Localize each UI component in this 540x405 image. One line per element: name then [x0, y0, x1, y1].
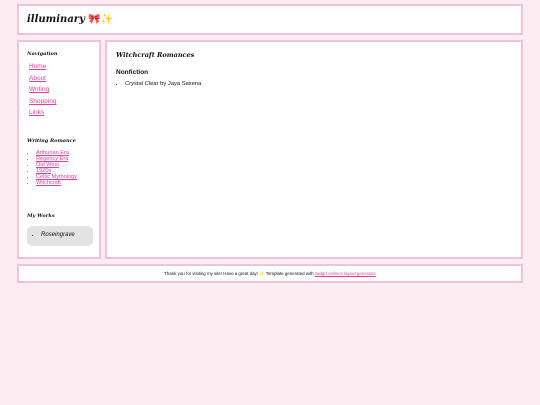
footer-message: Thank you for visiting my site! Have a g… [164, 271, 315, 276]
section-heading: Nonfiction [116, 69, 149, 76]
list-item: Crystal Clear by Jaya Saxena [125, 81, 201, 87]
bow-sparkles-icon: 🎀✨ [88, 14, 114, 25]
works-box: Roseingrave [27, 226, 93, 246]
site-header: illuminary 🎀✨ [17, 4, 523, 35]
nav-link-about[interactable]: About [29, 75, 46, 82]
romance-list: Arthurian Era Regency Era Old West 1920s… [27, 150, 77, 186]
nav-link-links[interactable]: Links [29, 109, 44, 116]
page-title: Witchcraft Romances [116, 51, 195, 59]
site-title-text: illuminary [27, 14, 85, 25]
list-item: Roseingrave [41, 232, 75, 238]
nav-heading: Navigation [27, 51, 58, 57]
book-list: Crystal Clear by Jaya Saxena [116, 81, 201, 87]
works-list: Roseingrave [31, 232, 75, 238]
nav-link-writing[interactable]: Writing [29, 86, 49, 93]
main-content: Witchcraft Romances Nonfiction Crystal C… [105, 40, 523, 259]
works-heading: My Works [27, 213, 55, 219]
site-title: illuminary 🎀✨ [27, 14, 113, 25]
footer-text: Thank you for visiting my site! Have a g… [19, 271, 521, 277]
footer-link[interactable]: sadgrl.online's layout generator [315, 271, 376, 276]
nav-link-home[interactable]: Home [29, 63, 46, 70]
nav-link-shopping[interactable]: Shopping [29, 98, 56, 105]
list-item: Witchcraft [36, 180, 77, 186]
sidebar: Navigation Home About Writing Shopping L… [17, 40, 101, 259]
book-title: Crystal Clear [125, 81, 159, 87]
romance-link-witchcraft[interactable]: Witchcraft [36, 180, 61, 186]
romance-heading: Writing Romance [27, 138, 76, 144]
book-author: by Jaya Saxena [158, 81, 202, 87]
site-footer: Thank you for visiting my site! Have a g… [17, 264, 523, 283]
